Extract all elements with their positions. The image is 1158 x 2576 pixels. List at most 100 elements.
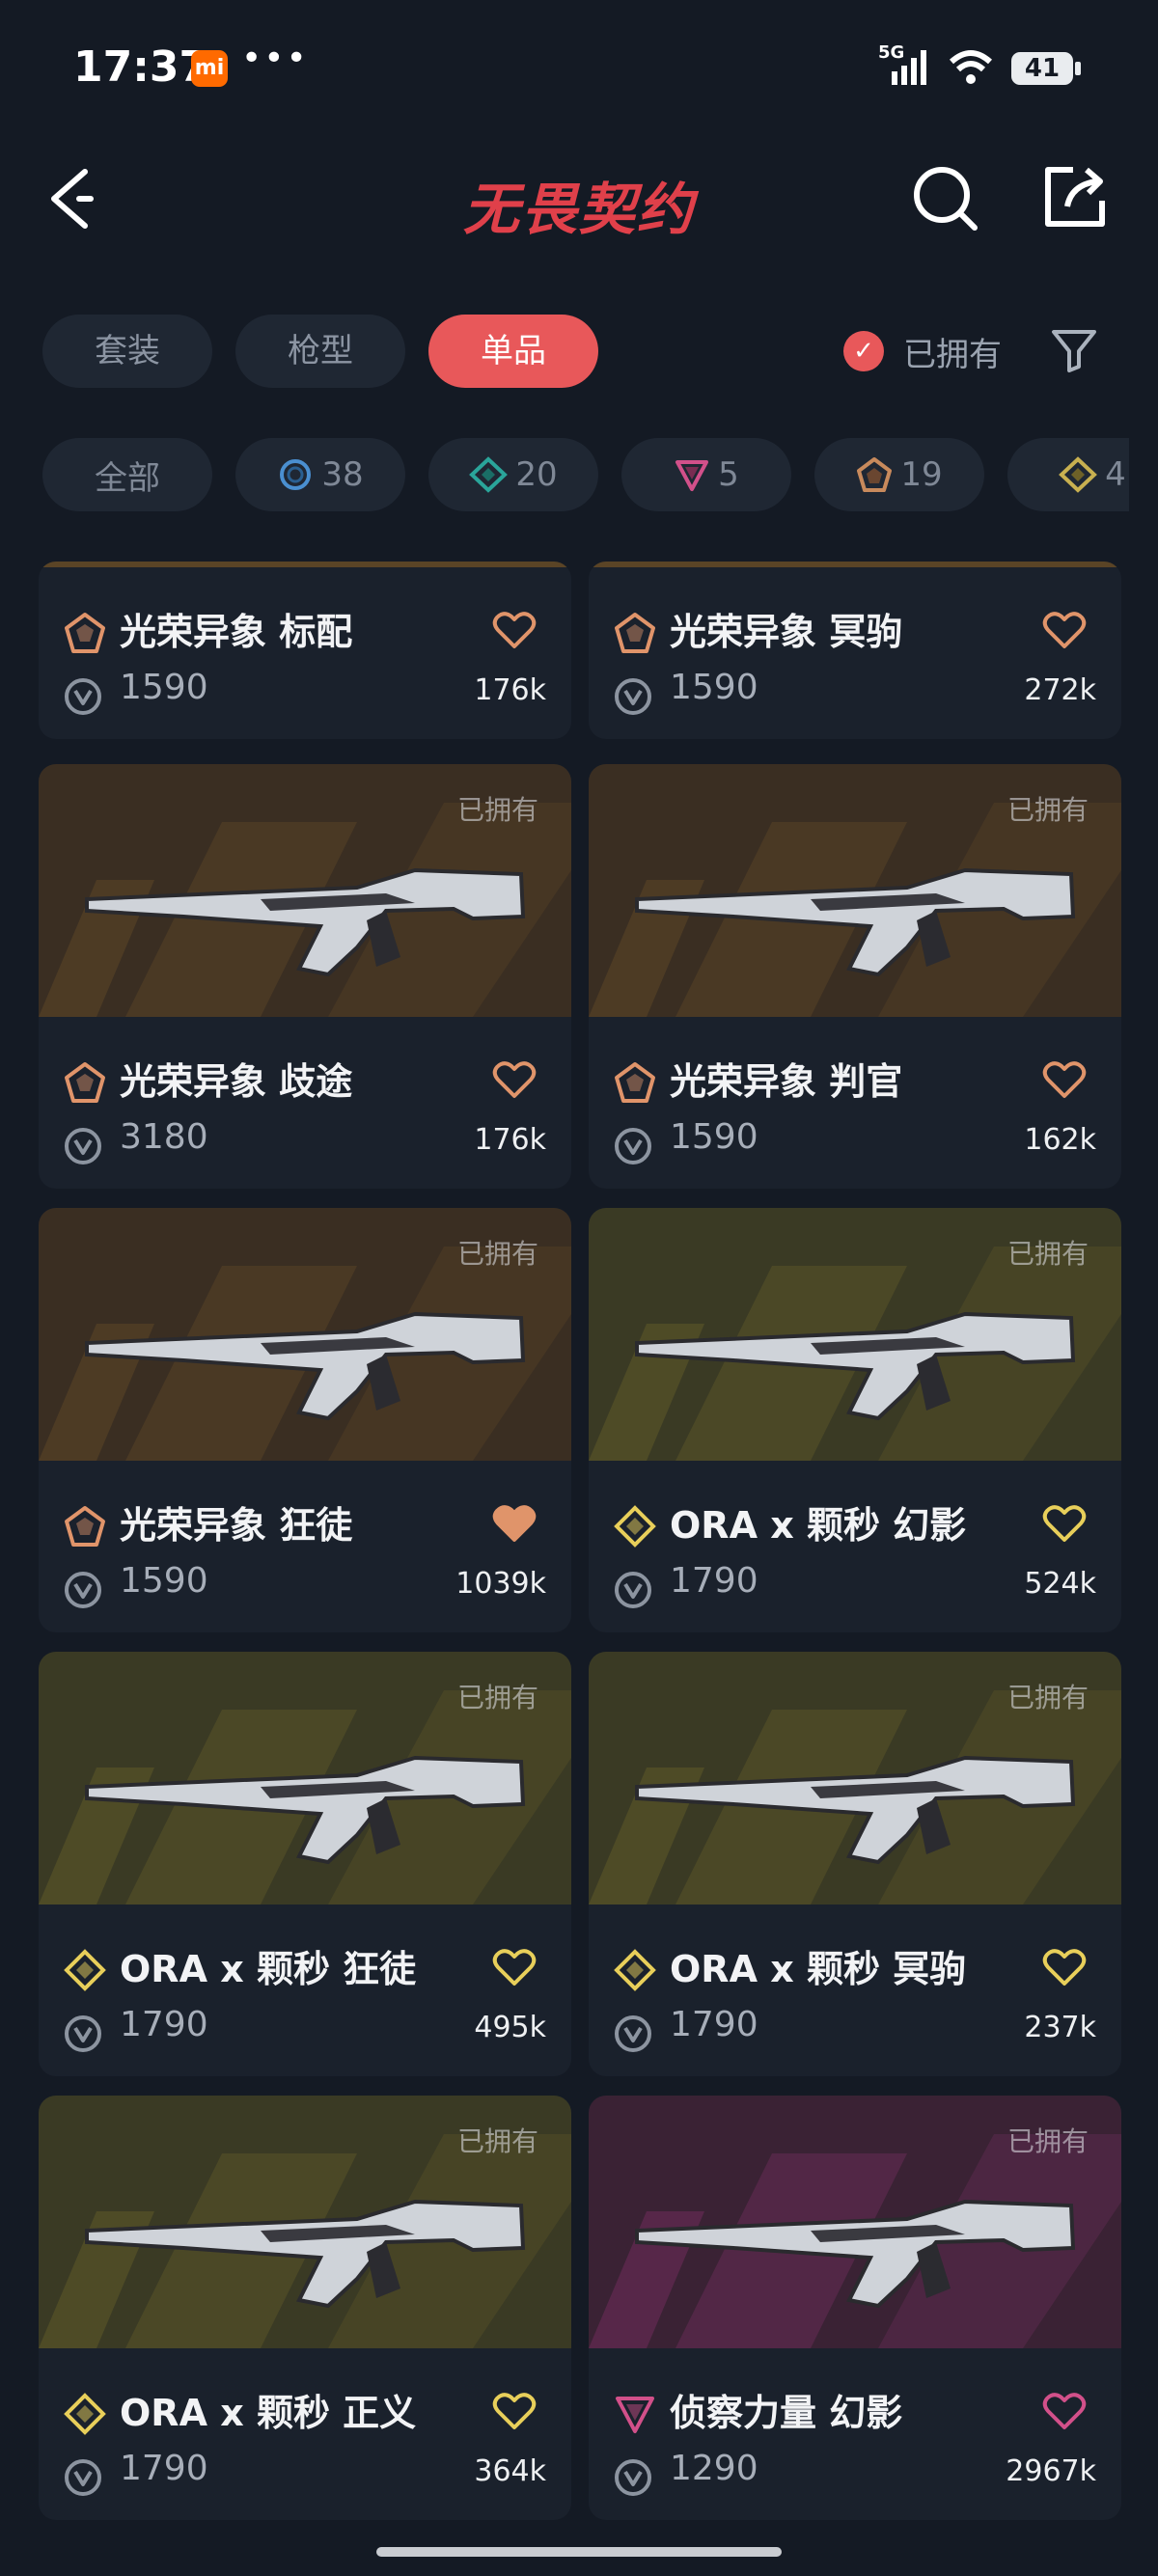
item-card[interactable]: 光荣异象 标配 1590 176k [39, 562, 571, 739]
item-card[interactable]: 已拥有 ORA x 颗秒 正义 1790 364k [39, 2096, 571, 2520]
item-likes: 176k [474, 673, 546, 707]
card-info: 光荣异象 冥驹 1590 272k [589, 567, 1121, 739]
chip-deluxe-tier[interactable]: 20 [428, 438, 598, 511]
heart-icon[interactable] [1042, 1503, 1087, 1544]
owned-label: 已拥有 [1006, 2125, 1089, 2157]
search-icon[interactable] [911, 164, 980, 233]
item-card[interactable]: 已拥有 侦察力量 幻影 1290 2967k [589, 2096, 1121, 2520]
tier-ultra-icon [1059, 456, 1098, 493]
valorant-points-icon [615, 1128, 651, 1165]
item-card[interactable]: 光荣异象 冥驹 1590 272k [589, 562, 1121, 739]
app-header: 无畏契约 [0, 145, 1158, 251]
share-icon[interactable] [1040, 162, 1110, 232]
more-notifications-icon: ••• [241, 39, 309, 78]
tier-ultra-icon [64, 1949, 106, 1991]
chip-exclusive-tier[interactable]: 19 [814, 438, 984, 511]
valorant-points-icon [65, 1128, 101, 1165]
item-card[interactable]: 已拥有 光荣异象 歧途 3180 176k [39, 764, 571, 1189]
item-name: 光荣异象 狂徒 [120, 1504, 353, 1547]
item-likes: 162k [1024, 1123, 1096, 1157]
card-art: 已拥有 [589, 2096, 1121, 2348]
item-card[interactable]: 已拥有 ORA x 颗秒 冥驹 1790 237k [589, 1652, 1121, 2076]
chip-ultra-tier[interactable]: 4 [1007, 438, 1129, 511]
page-title: 无畏契约 [462, 177, 695, 242]
item-name: 侦察力量 幻影 [670, 2392, 903, 2434]
item-card[interactable]: 已拥有 光荣异象 狂徒 1590 1039k [39, 1208, 571, 1632]
item-likes: 2967k [1006, 2454, 1096, 2488]
tier-ultra-icon [64, 2393, 106, 2435]
tab-bundles[interactable]: 套装 [42, 315, 212, 388]
owned-label: 已拥有 [1006, 794, 1089, 826]
heart-icon[interactable] [492, 610, 537, 650]
tier-exclusive-icon [615, 613, 655, 653]
chip-all[interactable]: 全部 [42, 438, 212, 511]
valorant-points-icon [615, 1572, 651, 1608]
card-art: 已拥有 [39, 1208, 571, 1461]
item-likes: 237k [1024, 2011, 1096, 2044]
tab-weapon-types[interactable]: 枪型 [235, 315, 405, 388]
checkmark-icon: ✓ [843, 331, 884, 371]
item-likes: 1039k [455, 1567, 546, 1601]
chip-premium-tier[interactable]: 5 [621, 438, 791, 511]
tier-deluxe-icon [469, 456, 509, 493]
card-info: 光荣异象 歧途 3180 176k [39, 1017, 571, 1189]
item-price: 1290 [670, 2449, 758, 2488]
weapon-skin-image [85, 1311, 526, 1421]
item-price: 1790 [120, 2005, 208, 2044]
tier-exclusive-icon [857, 457, 893, 492]
owned-filter-toggle[interactable]: ✓ 已拥有 [843, 324, 1002, 378]
item-likes: 272k [1024, 673, 1096, 707]
valorant-points-icon [615, 2015, 651, 2052]
card-info: ORA x 颗秒 正义 1790 364k [39, 2348, 571, 2520]
heart-icon[interactable] [1042, 610, 1087, 650]
valorant-points-icon [65, 1572, 101, 1608]
owned-label: 已拥有 [1006, 1238, 1089, 1270]
heart-icon[interactable] [492, 2391, 537, 2431]
weapon-skin-image [85, 1755, 526, 1865]
heart-icon[interactable] [1042, 1059, 1087, 1100]
item-likes: 524k [1024, 1567, 1096, 1601]
owned-label: 已拥有 [456, 1238, 538, 1270]
item-price: 1790 [670, 1561, 758, 1601]
card-info: 光荣异象 判官 1590 162k [589, 1017, 1121, 1189]
item-name: ORA x 颗秒 狂徒 [120, 1948, 417, 1990]
tab-single-items[interactable]: 单品 [428, 315, 598, 388]
heart-icon[interactable] [492, 1947, 537, 1987]
tier-premium-icon [676, 460, 709, 491]
tier-ultra-icon [614, 1949, 656, 1991]
chip-select-tier[interactable]: 38 [235, 438, 405, 511]
item-card[interactable]: 已拥有 光荣异象 判官 1590 162k [589, 764, 1121, 1189]
card-art: 已拥有 [39, 764, 571, 1017]
heart-icon[interactable] [1042, 1947, 1087, 1987]
item-card[interactable]: 已拥有 ORA x 颗秒 狂徒 1790 495k [39, 1652, 571, 2076]
valorant-points-icon [65, 2015, 101, 2052]
card-info: ORA x 颗秒 狂徒 1790 495k [39, 1905, 571, 2076]
mi-app-icon: mi [191, 50, 228, 87]
category-tabs: 套装 枪型 单品 [42, 315, 598, 388]
item-name: 光荣异象 判官 [670, 1060, 903, 1103]
owned-label: 已拥有 [456, 794, 538, 826]
weapon-skin-image [635, 867, 1076, 977]
owned-filter-label: 已拥有 [903, 335, 1002, 374]
filter-icon[interactable] [1050, 326, 1098, 374]
heart-icon[interactable] [492, 1059, 537, 1100]
item-price: 1590 [670, 668, 758, 707]
item-name: 光荣异象 冥驹 [670, 611, 903, 653]
item-card[interactable]: 已拥有 ORA x 颗秒 幻影 1790 524k [589, 1208, 1121, 1632]
owned-label: 已拥有 [1006, 1682, 1089, 1713]
item-likes: 176k [474, 1123, 546, 1157]
chip-label: 38 [321, 455, 364, 494]
card-art: 已拥有 [589, 1652, 1121, 1905]
heart-filled-icon[interactable] [492, 1503, 537, 1544]
chip-label: 19 [900, 455, 943, 494]
back-arrow-icon[interactable] [42, 164, 110, 232]
card-info: 光荣异象 狂徒 1590 1039k [39, 1461, 571, 1632]
home-indicator[interactable] [376, 2547, 782, 2557]
weapon-skin-image [85, 2199, 526, 2309]
valorant-points-icon [615, 678, 651, 715]
heart-icon[interactable] [1042, 2391, 1087, 2431]
item-name: ORA x 颗秒 幻影 [670, 1504, 967, 1547]
weapon-skin-image [635, 1311, 1076, 1421]
chip-label: 4 [1105, 455, 1126, 494]
tier-select-icon [280, 459, 312, 490]
